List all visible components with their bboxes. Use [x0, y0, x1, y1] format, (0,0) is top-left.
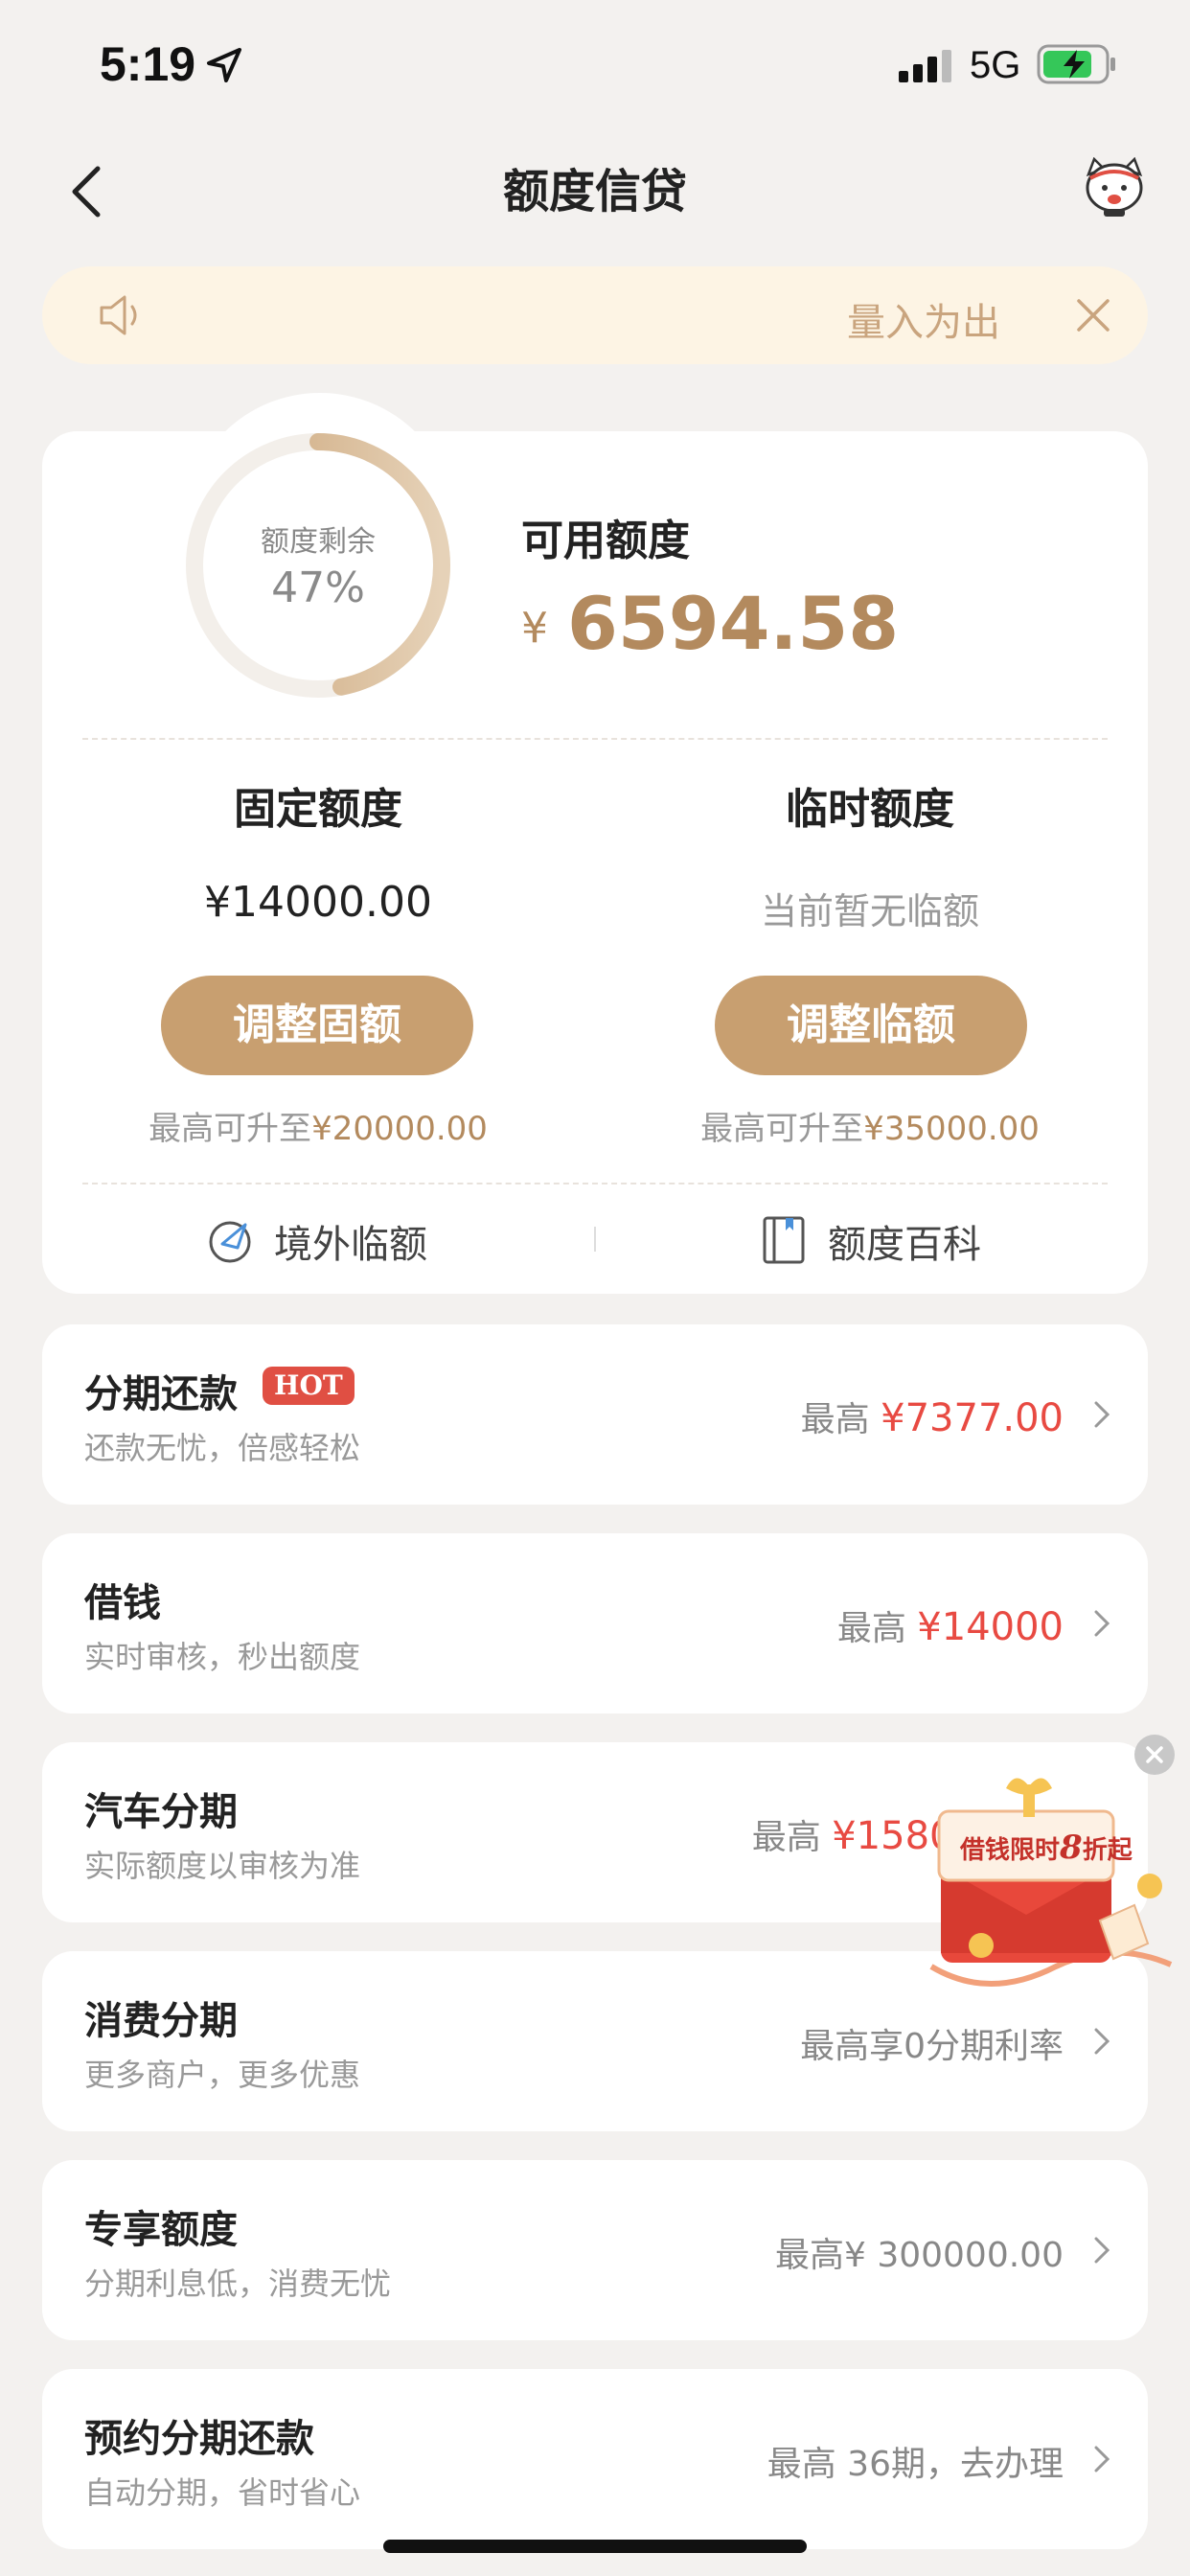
row-value: 最高¥ 300000.00	[774, 2236, 1064, 2275]
plane-globe-icon	[209, 1221, 251, 1263]
signal-icon	[899, 50, 951, 82]
wiki-label: 额度百科	[828, 1223, 981, 1267]
row-subtitle: 分期利息低，消费无忧	[84, 2266, 392, 2302]
mascot-icon[interactable]	[1081, 157, 1148, 218]
currency-symbol: ¥	[521, 604, 548, 653]
battery-charging-icon	[1037, 44, 1115, 84]
book-icon	[763, 1216, 805, 1264]
notice-text: 量入为出	[847, 301, 1000, 345]
close-icon[interactable]	[1075, 297, 1111, 334]
row-value: 最高 ¥7377.00	[800, 1396, 1064, 1440]
adjust-fixed-button[interactable]: 调整固额	[161, 976, 473, 1075]
divider	[82, 1183, 1108, 1184]
adjust-temporary-button[interactable]: 调整临额	[715, 976, 1027, 1075]
temporary-title: 临时额度	[786, 785, 954, 834]
list-item-scheduled-installment[interactable]: 预约分期还款 自动分期，省时省心 最高 36期，去办理	[42, 2369, 1148, 2549]
row-title: 预约分期还款	[84, 2417, 314, 2461]
location-arrow-icon	[207, 48, 241, 82]
remaining-label: 额度剩余	[261, 525, 376, 559]
promo-red-envelope[interactable]: 借钱限时8折起	[912, 1761, 1180, 2011]
status-time: 5:19	[100, 37, 196, 91]
fixed-value: ¥14000.00	[204, 878, 432, 927]
notice-bar[interactable]: 量入为出	[42, 266, 1148, 364]
wiki-link[interactable]: 额度百科	[761, 1211, 1010, 1269]
list-item-borrow[interactable]: 借钱 实时审核，秒出额度 最高 ¥14000	[42, 1533, 1148, 1714]
chevron-right-icon	[1094, 1401, 1110, 1428]
fixed-title: 固定额度	[234, 785, 402, 834]
available-amount: 6594.58	[567, 581, 900, 666]
chevron-right-icon	[1094, 2028, 1110, 2055]
red-envelope-icon	[929, 1778, 1173, 1987]
row-title: 专享额度	[84, 2208, 238, 2252]
home-indicator	[383, 2540, 807, 2553]
row-title: 消费分期	[84, 1999, 238, 2043]
row-subtitle: 还款无忧，倍感轻松	[84, 1430, 361, 1466]
page-title: 额度信贷	[502, 165, 687, 218]
row-subtitle: 实时审核，秒出额度	[84, 1639, 361, 1675]
row-value: 最高 ¥14000	[836, 1605, 1064, 1649]
available-label: 可用额度	[521, 517, 690, 565]
fixed-hint: 最高可升至¥20000.00	[149, 1110, 488, 1148]
temporary-hint: 最高可升至¥35000.00	[700, 1110, 1040, 1148]
promo-text: 借钱限时8折起	[960, 1828, 1133, 1867]
row-subtitle: 实际额度以审核为准	[84, 1848, 361, 1884]
speaker-icon	[100, 295, 137, 335]
overseas-link[interactable]: 境外临额	[205, 1211, 454, 1269]
chevron-right-icon	[1094, 1610, 1110, 1637]
link-separator	[594, 1227, 596, 1252]
list-item-installment-repay[interactable]: 分期还款 HOT 还款无忧，倍感轻松 最高 ¥7377.00	[42, 1324, 1148, 1505]
chevron-right-icon	[1094, 2237, 1110, 2264]
chevron-right-icon	[1094, 2446, 1110, 2472]
row-value: 最高享0分期利率	[800, 2027, 1064, 2066]
hot-badge: HOT	[263, 1367, 355, 1405]
list-item-exclusive-credit[interactable]: 专享额度 分期利息低，消费无忧 最高¥ 300000.00	[42, 2160, 1148, 2340]
network-type: 5G	[970, 44, 1021, 86]
overseas-label: 境外临额	[274, 1223, 427, 1267]
row-subtitle: 自动分期，省时省心	[84, 2474, 361, 2511]
row-subtitle: 更多商户，更多优惠	[84, 2057, 361, 2093]
row-value: 最高 36期，去办理	[767, 2445, 1064, 2484]
temporary-value: 当前暂无临额	[760, 890, 979, 932]
remaining-percent: 47%	[271, 564, 365, 612]
row-title: 汽车分期	[84, 1790, 238, 1834]
row-title: 借钱	[84, 1581, 161, 1625]
divider	[82, 738, 1108, 740]
row-title: 分期还款	[84, 1372, 238, 1416]
